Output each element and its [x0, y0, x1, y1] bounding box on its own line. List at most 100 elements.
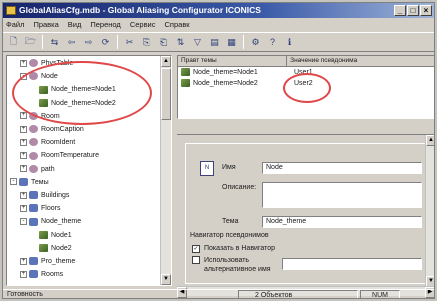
node-icon [39, 230, 48, 239]
tree-node[interactable]: Node_theme=Node1 [30, 84, 116, 96]
scroll-up-icon[interactable]: ▲ [426, 135, 434, 146]
tree-node-label: RoomIdent [41, 139, 76, 147]
copy-icon[interactable]: ⎘ [139, 35, 154, 50]
folder-icon [29, 72, 38, 81]
theme-icon [29, 217, 38, 226]
column-header-name[interactable]: Правт темы [178, 56, 288, 66]
theme-field[interactable]: Node_theme [262, 216, 422, 228]
theme-icon [29, 257, 38, 266]
tree-node[interactable]: + Room [20, 111, 60, 123]
expand-icon[interactable]: + [20, 152, 27, 160]
node-badge-icon: N [200, 161, 214, 176]
tree-node[interactable]: + path [20, 164, 55, 176]
expand-icon[interactable]: + [20, 270, 27, 278]
tree-node-label: path [41, 165, 55, 173]
tree-node[interactable]: - Node [20, 71, 58, 83]
back-icon[interactable]: ⇦ [64, 35, 79, 50]
menu-tools[interactable]: Сервис [130, 20, 156, 29]
menu-edit[interactable]: Правка [33, 20, 58, 29]
list-item-value: User1 [294, 69, 313, 76]
properties-panel: N Имя Node Описание: Тема Node_theme Нав… [177, 134, 434, 287]
menu-help[interactable]: Справк [165, 20, 190, 29]
collapse-icon[interactable]: - [20, 218, 27, 226]
help-icon[interactable]: ? [265, 35, 280, 50]
properties-scrollbar[interactable]: ▲ ▼ [425, 135, 434, 287]
tree-node[interactable]: Node_theme=Node2 [30, 98, 116, 110]
cut-icon[interactable]: ✂ [122, 35, 137, 50]
new-icon[interactable]: 🗋 [6, 35, 21, 50]
minimize-button[interactable]: _ [394, 5, 406, 16]
tree-node[interactable]: + RoomIdent [20, 137, 75, 149]
expand-icon[interactable]: + [20, 165, 27, 173]
tree-node-label: Node_theme [41, 218, 82, 226]
list-icon[interactable]: ▤ [207, 35, 222, 50]
expand-icon[interactable]: + [20, 257, 27, 265]
close-button[interactable]: × [420, 5, 432, 16]
properties-icon[interactable]: ⚙ [248, 35, 263, 50]
alternate-name-checkbox[interactable] [192, 256, 200, 264]
tree-node[interactable]: + Pro_theme [20, 256, 75, 268]
menu-file[interactable]: Файл [6, 20, 24, 29]
tree-node-label: Темы [31, 178, 49, 186]
collapse-icon[interactable]: - [10, 178, 17, 186]
tree-node-label: Node_theme=Node2 [51, 99, 116, 107]
name-field[interactable]: Node [262, 162, 422, 174]
collapse-icon[interactable]: - [20, 72, 27, 80]
about-icon[interactable]: ℹ [282, 35, 297, 50]
tree-node[interactable]: + RoomTemperature [20, 150, 99, 162]
tree-node-label: Node [41, 73, 58, 81]
title-bar: GlobalAliasCfg.mdb - Global Aliasing Con… [3, 3, 434, 18]
folder-icon [29, 151, 38, 160]
sort-icon[interactable]: ⇅ [173, 35, 188, 50]
forward-icon[interactable]: ⇨ [81, 35, 96, 50]
filter-icon[interactable]: ▽ [190, 35, 205, 50]
tree-node[interactable]: - Темы [10, 177, 49, 189]
tree-scrollbar[interactable]: ▲ ▼ [160, 56, 171, 285]
description-label: Описание: [222, 184, 257, 191]
show-in-navigator-checkbox[interactable]: ✓ [192, 245, 200, 253]
status-bar: Готовность 2 Объектов NUM [3, 289, 434, 298]
app-icon [6, 6, 16, 15]
window-title: GlobalAliasCfg.mdb - Global Aliasing Con… [19, 5, 261, 15]
open-icon[interactable]: 🗁 [23, 35, 38, 50]
menu-goto[interactable]: Перенод [90, 20, 120, 29]
theme-icon [19, 177, 28, 186]
description-field[interactable] [262, 182, 422, 208]
expand-icon[interactable]: + [20, 204, 27, 212]
tree-node[interactable]: + PhysTable [20, 58, 73, 70]
menu-view[interactable]: Вид [68, 20, 82, 29]
scroll-down-icon[interactable]: ▼ [161, 274, 171, 285]
connect-icon[interactable]: ⇆ [47, 35, 62, 50]
expand-icon[interactable]: + [20, 138, 27, 146]
tree-node[interactable]: + Rooms [20, 269, 63, 281]
tree-node[interactable]: - Node_theme [20, 216, 81, 228]
toolbar-separator [42, 35, 43, 49]
alternate-name-field[interactable] [282, 258, 422, 270]
maximize-button[interactable]: □ [407, 5, 419, 16]
tree-node-label: Rooms [41, 271, 64, 279]
list-item[interactable]: Node_theme=Node1 User1 [178, 67, 434, 78]
tree-node[interactable]: Node1 [30, 230, 72, 242]
scroll-up-icon[interactable]: ▲ [161, 56, 171, 67]
num-lock-indicator: NUM [360, 290, 400, 298]
expand-icon[interactable]: + [20, 191, 27, 199]
object-count: 2 Объектов [238, 290, 358, 298]
tree-node[interactable]: + Floors [20, 203, 60, 215]
properties-form: N Имя Node Описание: Тема Node_theme Нав… [185, 143, 434, 284]
expand-icon[interactable]: + [20, 59, 27, 67]
paste-icon[interactable]: ⎗ [156, 35, 171, 50]
tree-node[interactable]: + RoomCaption [20, 124, 84, 136]
column-header-value[interactable]: Значение псевдонима [287, 56, 434, 66]
scroll-thumb[interactable] [161, 68, 171, 120]
tree-view[interactable]: + Rooms + Pro_theme Node2 Node1 - Node_theme + Fl… [6, 55, 172, 286]
refresh-icon[interactable]: ⟳ [98, 35, 113, 50]
tree-node[interactable]: + Buildings [20, 190, 69, 202]
expand-icon[interactable]: + [20, 125, 27, 133]
toolbar-separator [243, 35, 244, 49]
list-item[interactable]: Node_theme=Node2 User2 [178, 78, 434, 89]
alias-list[interactable]: Правт темы Значение псевдонима Node_them… [177, 55, 434, 119]
details-icon[interactable]: ▦ [224, 35, 239, 50]
expand-icon[interactable]: + [20, 112, 27, 120]
folder-icon [29, 164, 38, 173]
tree-node[interactable]: Node2 [30, 243, 72, 255]
